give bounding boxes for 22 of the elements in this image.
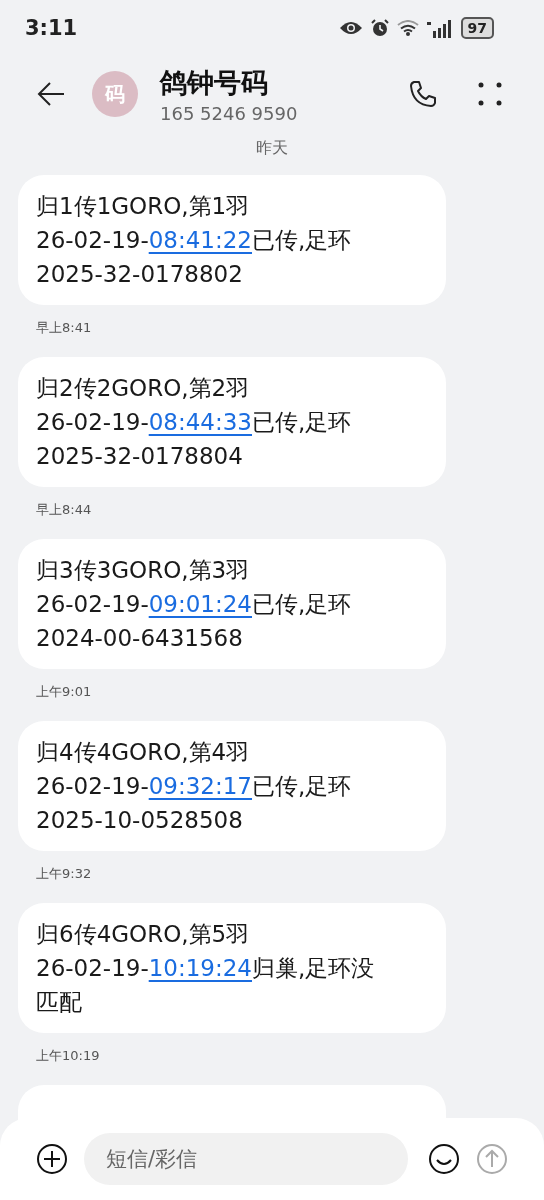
message-text: 归2传2GORO,第2羽 26-02-19-08:44:33已传,足环 2025-32-0178804 [36, 374, 353, 471]
message-time: 早上8:41 [36, 319, 93, 337]
contact-name: 鸽钟号码 [160, 65, 269, 100]
contact-avatar: 码 [92, 71, 138, 117]
message-input[interactable]: 短信/彩信 [84, 1133, 408, 1185]
message-time: 上午9:01 [36, 683, 93, 701]
message-text: 归4传4GORO,第4羽 26-02-19-09:32:17已传,足环 2025-10-0528508 [36, 738, 353, 835]
time-link[interactable]: 08:44:33 [148, 409, 252, 435]
time-link[interactable]: 08:41:22 [148, 227, 252, 253]
time-link[interactable]: 09:01:24 [148, 591, 252, 617]
message-time: 上午10:19 [36, 1047, 101, 1065]
message-text: 归1传1GORO,第1羽 26-02-19-08:41:22已传,足环 2025-32-0178802 [36, 192, 353, 289]
time-link[interactable]: 10:19:24 [148, 955, 252, 981]
message-time: 上午9:32 [36, 865, 93, 883]
message-text: 归6传4GORO,第5羽 26-02-19-10:19:24归巢,足环没匹配 [36, 920, 376, 1017]
message-text: 归3传3GORO,第3羽 26-02-19-09:01:24已传,足环 2024-00-6431568 [36, 556, 353, 653]
contact-number: 165 5246 9590 [160, 102, 299, 124]
status-time: 3:11 [25, 16, 78, 40]
message-time: 早上8:44 [36, 501, 93, 519]
time-link[interactable]: 09:32:17 [148, 773, 252, 799]
battery-icon: 97 [460, 17, 494, 39]
date-label: 昨天 [256, 138, 288, 157]
